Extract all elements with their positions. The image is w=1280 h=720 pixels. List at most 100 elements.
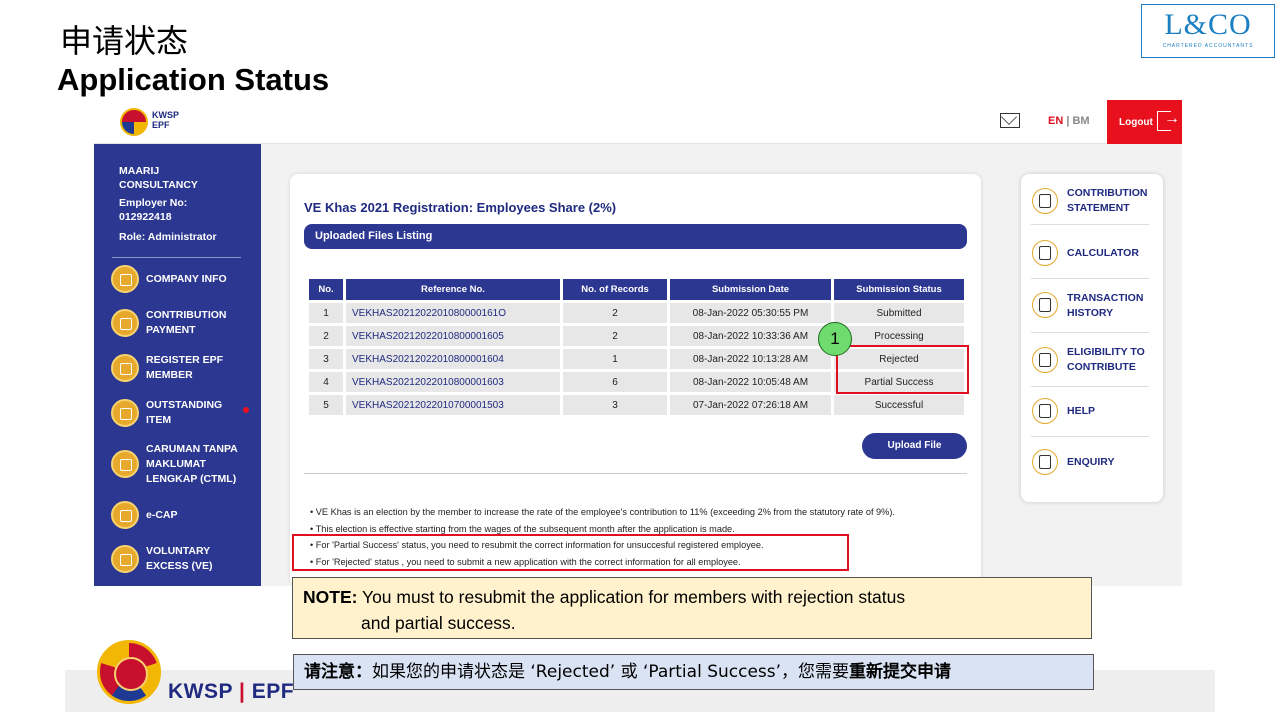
quick-link-label: STATEMENT xyxy=(1067,202,1130,214)
panel-divider xyxy=(1031,386,1149,387)
record-count: 3 xyxy=(563,395,667,415)
sidebar-item-ctml[interactable]: CARUMAN TANPA MAKLUMAT LENGKAP (CTML) xyxy=(146,442,238,487)
help-icon xyxy=(1032,398,1058,424)
footer-brand-separator: | xyxy=(238,680,246,703)
lang-bm-link[interactable]: BM xyxy=(1072,115,1089,127)
submission-date: 07-Jan-2022 07:26:18 AM xyxy=(670,395,831,415)
sidebar-item-label: REGISTER EPF xyxy=(146,354,224,366)
quick-link-label: TRANSACTION xyxy=(1067,292,1144,304)
quick-link-enquiry[interactable]: ENQUIRY xyxy=(1067,455,1114,470)
quick-link-label: ELIGIBILITY TO xyxy=(1067,346,1145,358)
footer-brand: KWSP | EPF xyxy=(168,680,294,704)
lco-logo-subtitle: CHARTERED ACCOUNTANTS xyxy=(1162,43,1254,49)
user-add-icon xyxy=(111,354,139,382)
quick-link-transaction-history[interactable]: TRANSACTION HISTORY xyxy=(1067,291,1143,321)
logo-line-kwsp: KWSP xyxy=(152,110,179,120)
sidebar-divider xyxy=(112,257,241,258)
slide-title: Application Status xyxy=(57,62,330,97)
logout-icon xyxy=(1157,110,1180,131)
card-divider xyxy=(304,473,967,474)
column-header: Submission Status xyxy=(834,279,964,300)
kwsp-logo-icon[interactable] xyxy=(120,108,148,136)
note-label: NOTE: xyxy=(303,587,358,607)
column-header: Reference No. xyxy=(346,279,560,300)
quick-links-panel: CONTRIBUTION STATEMENT CALCULATOR TRANSA… xyxy=(1021,174,1163,502)
sidebar: MAARIJ CONSULTANCY Employer No: 01292241… xyxy=(94,144,261,586)
column-header: Submission Date xyxy=(670,279,831,300)
submission-date: 08-Jan-2022 10:13:28 AM xyxy=(670,349,831,369)
language-switcher: EN | BM xyxy=(1048,115,1090,127)
panel-divider xyxy=(1031,278,1149,279)
history-icon xyxy=(1032,292,1058,318)
notes-highlight-box xyxy=(292,534,849,571)
cn-note-text: 如果您的申请状态是 ‘Rejected’ 或 ‘Partial Success’… xyxy=(372,662,850,682)
sidebar-item-label: MAKLUMAT xyxy=(146,458,206,470)
reference-link[interactable]: VEKHAS20212022010700001503 xyxy=(346,395,560,415)
cn-note-emphasis: 重新提交申请 xyxy=(849,662,952,682)
sidebar-item-contribution-payment[interactable]: CONTRIBUTION PAYMENT xyxy=(146,308,227,338)
submission-status: Submitted xyxy=(834,303,964,323)
column-header: No. of Records xyxy=(563,279,667,300)
logout-label: Logout xyxy=(1119,117,1153,128)
quick-link-contribution-statement[interactable]: CONTRIBUTION STATEMENT xyxy=(1067,186,1148,216)
record-count: 2 xyxy=(563,303,667,323)
note-text: VE Khas is an election by the member to … xyxy=(315,507,895,517)
section-header: Uploaded Files Listing xyxy=(304,224,967,249)
company-name-line: MAARIJ xyxy=(119,165,160,177)
sidebar-item-label: PAYMENT xyxy=(146,324,196,336)
sidebar-item-company-info[interactable]: COMPANY INFO xyxy=(146,272,227,287)
sidebar-item-e-cap[interactable]: e-CAP xyxy=(146,508,178,523)
submission-status: Successful xyxy=(834,395,964,415)
company-name: MAARIJ CONSULTANCY xyxy=(119,164,198,192)
notification-dot xyxy=(243,407,249,413)
lang-en-link[interactable]: EN xyxy=(1048,115,1063,127)
quick-link-eligibility[interactable]: ELIGIBILITY TO CONTRIBUTE xyxy=(1067,345,1145,375)
logout-button[interactable]: Logout xyxy=(1107,100,1182,144)
slide-title-chinese: 申请状态 xyxy=(60,22,189,60)
mail-icon[interactable] xyxy=(1000,113,1020,128)
sidebar-item-outstanding-item[interactable]: OUTSTANDING ITEM xyxy=(146,398,222,428)
employer-label: Employer No: xyxy=(119,197,188,209)
submission-date: 08-Jan-2022 10:33:36 AM xyxy=(670,326,831,346)
row-number: 4 xyxy=(309,372,343,392)
note-line-2: and partial success. xyxy=(361,613,516,633)
quick-link-help[interactable]: HELP xyxy=(1067,404,1095,419)
sidebar-item-label: OUTSTANDING xyxy=(146,399,223,411)
top-bar: KWSP EPF EN | BM Logout xyxy=(94,100,1182,144)
company-name-line: CONSULTANCY xyxy=(119,179,198,191)
quick-link-label: CONTRIBUTION xyxy=(1067,187,1148,199)
sidebar-item-register-epf-member[interactable]: REGISTER EPF MEMBER xyxy=(146,353,223,383)
column-header: No. xyxy=(309,279,343,300)
lco-logo: L&CO CHARTERED ACCOUNTANTS xyxy=(1141,4,1275,58)
row-number: 3 xyxy=(309,349,343,369)
table-row: 2 VEKHAS20212022010800001605 2 08-Jan-20… xyxy=(309,326,964,346)
sidebar-item-label: VOLUNTARY xyxy=(146,545,211,557)
upload-file-button[interactable]: Upload File xyxy=(862,433,967,459)
panel-divider xyxy=(1031,224,1149,225)
reference-link[interactable]: VEKHAS20212022010800001603 xyxy=(346,372,560,392)
note-item: • VE Khas is an election by the member t… xyxy=(310,507,895,517)
reference-link[interactable]: VEKHAS2021202201080000161O xyxy=(346,303,560,323)
reference-link[interactable]: VEKHAS20212022010800001605 xyxy=(346,326,560,346)
portal-screenshot: KWSP EPF EN | BM Logout MAARIJ CONSULTAN… xyxy=(94,100,1182,586)
kwsp-emblem-icon xyxy=(97,640,161,704)
submission-date: 08-Jan-2022 05:30:55 PM xyxy=(670,303,831,323)
lco-logo-text: L&CO xyxy=(1164,8,1252,41)
row-number: 1 xyxy=(309,303,343,323)
quick-link-label: CALCULATOR xyxy=(1067,247,1139,259)
quick-link-calculator[interactable]: CALCULATOR xyxy=(1067,246,1139,261)
chinese-note-box: 请注意：如果您的申请状态是 ‘Rejected’ 或 ‘Partial Succ… xyxy=(293,654,1094,690)
record-count: 6 xyxy=(563,372,667,392)
calculator-icon xyxy=(1032,240,1058,266)
row-number: 5 xyxy=(309,395,343,415)
quick-link-label: HISTORY xyxy=(1067,307,1114,319)
sidebar-item-label: LENGKAP (CTML) xyxy=(146,473,237,485)
sidebar-item-voluntary-excess[interactable]: VOLUNTARY EXCESS (VE) xyxy=(146,544,213,574)
shop-icon xyxy=(111,501,139,529)
footer-brand-kwsp: KWSP xyxy=(168,680,233,703)
reference-link[interactable]: VEKHAS20212022010800001604 xyxy=(346,349,560,369)
sidebar-item-label: e-CAP xyxy=(146,509,178,521)
sidebar-item-label: CONTRIBUTION xyxy=(146,309,227,321)
row-number: 2 xyxy=(309,326,343,346)
employer-number: Employer No: 012922418 xyxy=(119,196,187,224)
